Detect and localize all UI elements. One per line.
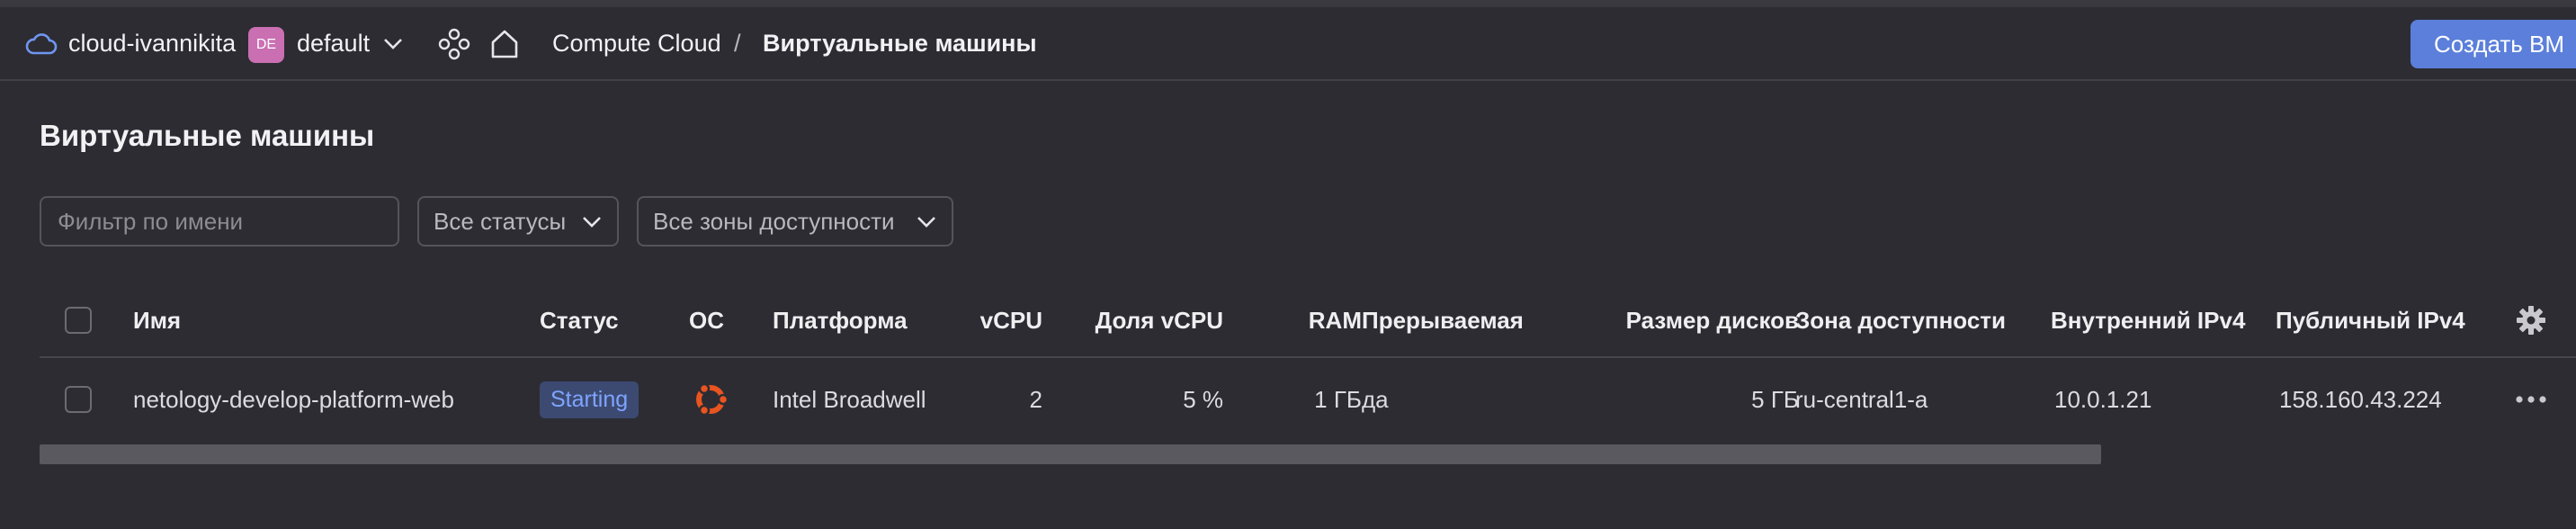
column-status[interactable]: Статус [540, 284, 619, 356]
row-checkbox[interactable] [65, 386, 92, 413]
disk-size-cell: 5 ГБ [1751, 385, 1799, 413]
select-all-checkbox-cell [65, 284, 92, 356]
breadcrumb-separator: / [734, 29, 741, 57]
column-public-ip[interactable]: Публичный IPv4 [2276, 284, 2465, 356]
name-filter-input[interactable] [40, 196, 399, 247]
cloud-selector[interactable]: cloud-ivannikita [68, 25, 236, 61]
breadcrumb-current: Виртуальные машины [763, 29, 1037, 57]
column-internal-ip[interactable]: Внутренний IPv4 [2051, 284, 2245, 356]
column-os[interactable]: ОС [689, 284, 724, 356]
vcpu-share-cell: 5 % [1183, 385, 1223, 413]
ubuntu-icon [689, 358, 732, 441]
top-header: cloud-ivannikita DE default Compute Clou… [0, 7, 2576, 81]
vm-table: Имя Статус ОС Платформа vCPU Доля vCPU R… [40, 284, 2576, 470]
horizontal-scrollbar[interactable] [40, 444, 2101, 464]
chevron-down-icon[interactable] [381, 34, 405, 52]
cloud-icon [25, 32, 58, 56]
public-ip-cell: 158.160.43.224 [2279, 385, 2442, 413]
table-row[interactable]: netology-develop-platform-web Starting I… [40, 358, 2576, 441]
column-platform[interactable]: Платформа [773, 284, 908, 356]
services-icon[interactable] [437, 27, 471, 61]
gear-icon[interactable] [2515, 284, 2547, 356]
zone-filter-select[interactable]: Все зоны доступности [637, 196, 953, 247]
more-icon[interactable] [2515, 358, 2547, 441]
preemptible-cell: да [1362, 385, 1389, 413]
column-vcpu-share[interactable]: Доля vCPU [1065, 284, 1223, 356]
folder-badge: DE [248, 27, 284, 63]
zone-filter-label: Все зоны доступности [653, 207, 895, 235]
status-filter-label: Все статусы [434, 207, 567, 235]
column-ram[interactable]: RAM [1245, 284, 1362, 356]
column-preemptible[interactable]: Прерываемая [1362, 284, 1524, 356]
column-name[interactable]: Имя [133, 284, 181, 356]
zone-cell: ru-central1-a [1795, 385, 1928, 413]
status-cell: Starting [540, 358, 640, 441]
window-top-strip [0, 0, 2576, 7]
column-disk-size[interactable]: Размер дисков [1551, 284, 1799, 356]
vcpu-cell: 2 [1029, 385, 1042, 413]
folder-selector[interactable]: default [297, 25, 370, 61]
status-badge: Starting [540, 381, 640, 418]
chevron-down-icon [583, 217, 601, 228]
ram-cell: 1 ГБ [1314, 385, 1362, 413]
vm-name-link[interactable]: netology-develop-platform-web [133, 358, 454, 441]
page-title: Виртуальные машины [40, 119, 375, 152]
chevron-down-icon [917, 217, 935, 228]
table-header-row: Имя Статус ОС Платформа vCPU Доля vCPU R… [40, 284, 2576, 358]
breadcrumb-compute-cloud[interactable]: Compute Cloud [552, 25, 721, 61]
row-checkbox-cell [65, 358, 92, 441]
home-icon[interactable] [487, 27, 522, 61]
internal-ip-cell: 10.0.1.21 [2054, 385, 2152, 413]
status-filter-select[interactable]: Все статусы [417, 196, 619, 247]
column-vcpu[interactable]: vCPU [939, 284, 1042, 356]
select-all-checkbox[interactable] [65, 307, 92, 334]
create-vm-button[interactable]: Создать ВМ [2411, 20, 2576, 68]
column-zone[interactable]: Зона доступности [1795, 284, 2006, 356]
platform-cell: Intel Broadwell [773, 385, 926, 413]
